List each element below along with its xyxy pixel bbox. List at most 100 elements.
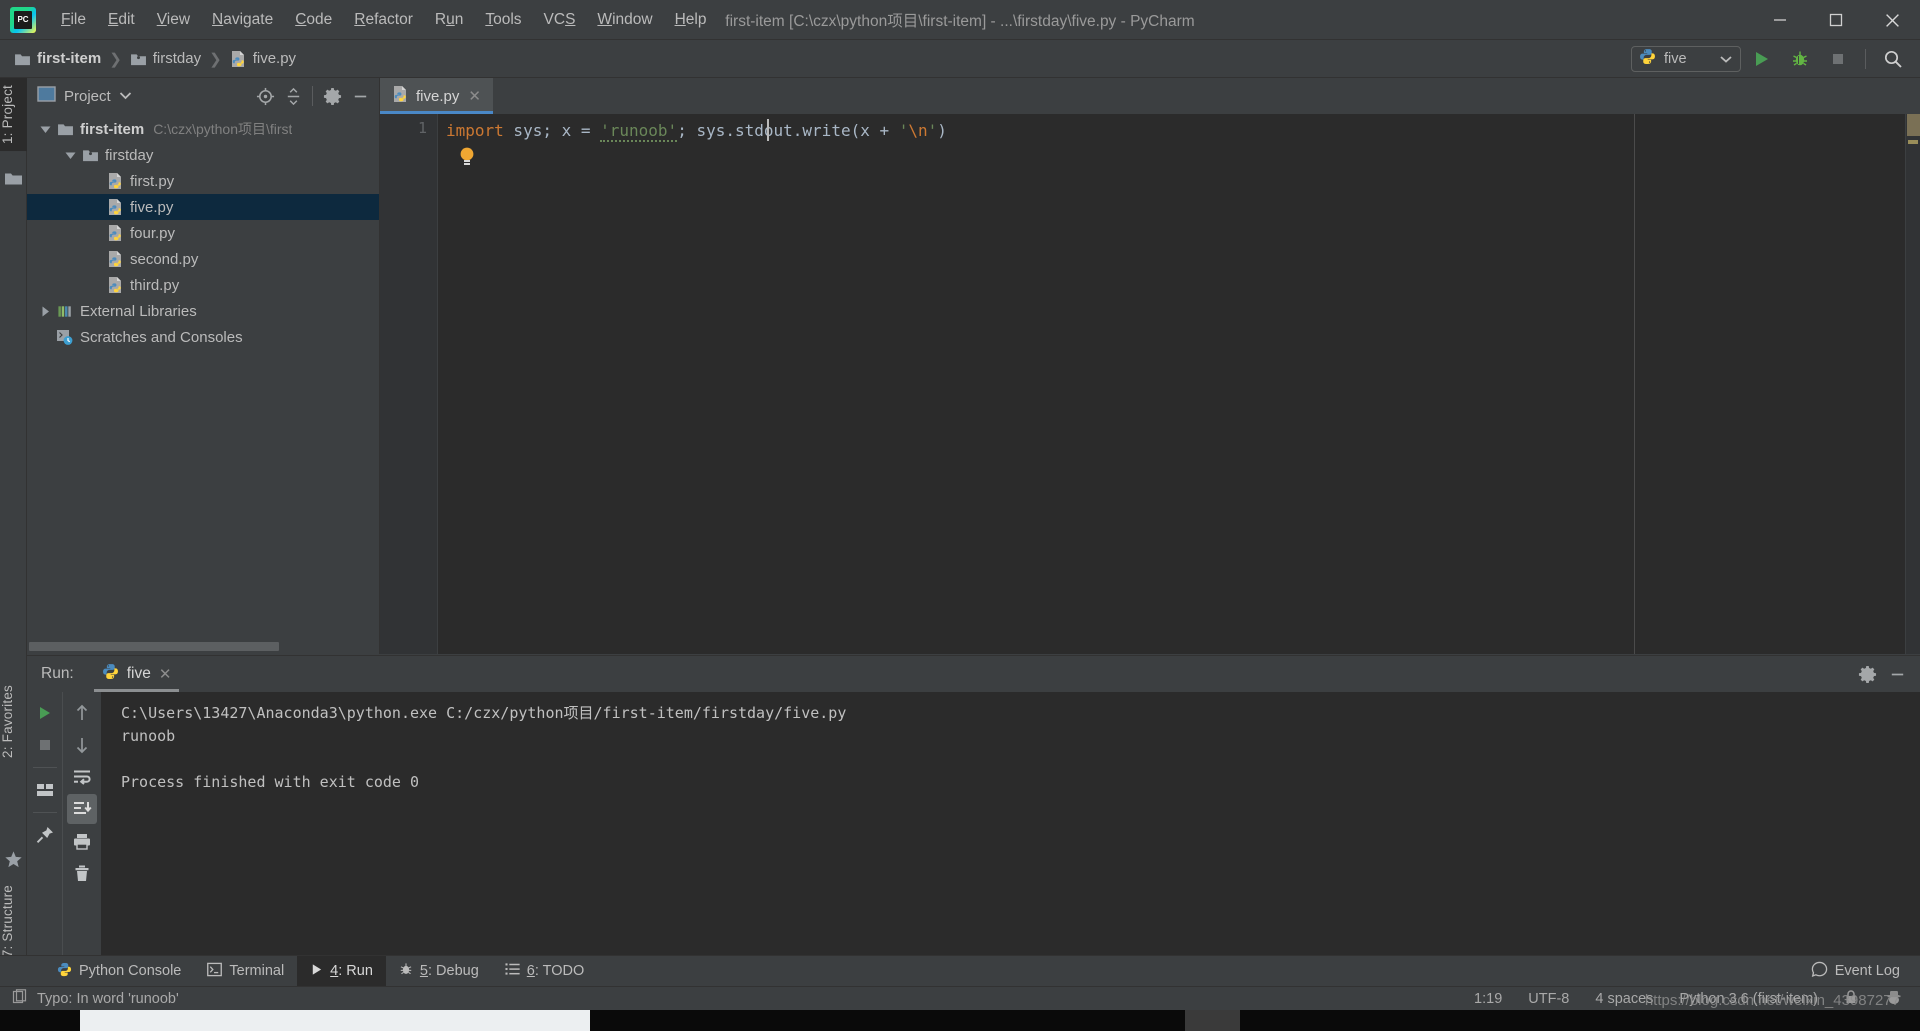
breadcrumb-item-five-py[interactable]: five.py: [230, 50, 296, 68]
bottom-tab-python-console[interactable]: Python Console: [44, 956, 194, 987]
minimize-button[interactable]: [1752, 0, 1808, 40]
arrow-down-icon[interactable]: [67, 730, 97, 760]
menu-item-view[interactable]: View: [146, 7, 201, 33]
tree-node-scratches-and-consoles[interactable]: Scratches and Consoles: [27, 324, 379, 350]
run-console-output[interactable]: C:\Users\13427\Anaconda3\python.exe C:/c…: [101, 692, 1920, 971]
editor-gutter: 1: [380, 114, 438, 654]
bottom-tab-run[interactable]: 4: Run: [297, 955, 386, 987]
caret-position[interactable]: 1:19: [1474, 991, 1502, 1007]
sidebar-tab-favorites-label: 2: Favorites: [0, 685, 15, 758]
menu-item-refactor[interactable]: Refactor: [343, 7, 424, 33]
project-tree-hscrollbar[interactable]: [27, 640, 379, 654]
menu-item-edit[interactable]: Edit: [97, 7, 146, 33]
sidebar-tab-project[interactable]: 1: Project: [0, 78, 27, 152]
close-icon[interactable]: ✕: [159, 665, 172, 683]
tree-node-second-py[interactable]: second.py: [27, 246, 379, 272]
close-icon[interactable]: ✕: [466, 87, 483, 105]
chevron-down-icon[interactable]: [35, 125, 55, 134]
pin-icon[interactable]: [30, 820, 60, 850]
print-icon[interactable]: [67, 826, 97, 856]
minimize-icon[interactable]: [1884, 661, 1910, 687]
menu-item-file[interactable]: File: [50, 7, 97, 33]
interpreter-indicator[interactable]: Python 3.6 (first-item): [1679, 991, 1818, 1007]
maximize-button[interactable]: [1808, 0, 1864, 40]
tree-node-four-py[interactable]: four.py: [27, 220, 379, 246]
scroll-to-end-icon[interactable]: [67, 794, 97, 824]
warning-marker[interactable]: [1908, 140, 1918, 144]
bottom-tab-terminal[interactable]: Terminal: [194, 956, 297, 987]
debug-button[interactable]: [1783, 44, 1817, 74]
tree-node-label: first.py: [130, 172, 175, 190]
stop-button[interactable]: [1821, 44, 1855, 74]
project-tree[interactable]: first-item C:\czx\python项目\first firstday f…: [27, 114, 379, 640]
editor-tab-five-py[interactable]: five.py ✕: [380, 78, 493, 114]
bottom-tab-todo[interactable]: 6: TODO: [492, 956, 598, 987]
close-button[interactable]: [1864, 0, 1920, 40]
tree-node-firstday[interactable]: firstday: [27, 142, 379, 168]
tree-node-path: C:\czx\python项目\first: [153, 121, 293, 137]
event-log-icon: [1811, 961, 1828, 982]
tree-node-external-libraries[interactable]: External Libraries: [27, 298, 379, 324]
chevron-down-icon[interactable]: [119, 87, 132, 105]
code-editor[interactable]: 1 import sys; x = 'runoob'; sys.stdout.w…: [380, 114, 1920, 654]
minimize-icon[interactable]: [347, 83, 373, 109]
menu-item-help[interactable]: Help: [664, 7, 718, 33]
tree-node-first-py[interactable]: first.py: [27, 168, 379, 194]
chevron-down-icon[interactable]: [60, 151, 80, 160]
python-file-icon: [105, 276, 125, 294]
sidebar-tab-favorites[interactable]: 2: Favorites: [0, 678, 27, 765]
lightbulb-icon[interactable]: [458, 146, 476, 168]
bottom-tab-debug[interactable]: 5: Debug: [386, 956, 492, 987]
menu-item-code[interactable]: Code: [284, 7, 343, 33]
indent-indicator[interactable]: 4 spaces: [1595, 991, 1653, 1007]
editor-area: five.py ✕ 1 import sys; x = 'runoob'; sy…: [380, 78, 1920, 654]
tree-node-label: five.py: [130, 198, 174, 216]
chevron-down-icon: [1720, 50, 1732, 68]
warning-marker-block[interactable]: [1907, 114, 1920, 136]
menu-item-navigate[interactable]: Navigate: [201, 7, 284, 33]
gear-icon[interactable]: [1854, 661, 1880, 687]
soft-wrap-icon[interactable]: [67, 762, 97, 792]
locate-icon[interactable]: [252, 83, 278, 109]
code-content[interactable]: import sys; x = 'runoob'; sys.stdout.wri…: [438, 114, 1920, 654]
tree-node-third-py[interactable]: third.py: [27, 272, 379, 298]
layout-icon[interactable]: [30, 775, 60, 805]
python-file-icon: [105, 198, 125, 216]
code-string: ': [898, 121, 909, 140]
breadcrumb-separator: ❯: [109, 50, 122, 68]
code-string-typo: 'runoob': [600, 121, 678, 142]
editor-marker-bar[interactable]: [1906, 114, 1920, 654]
tree-node-label: firstday: [105, 146, 154, 164]
event-log-button[interactable]: Event Log: [1811, 961, 1920, 982]
run-tab-five[interactable]: five ✕: [93, 656, 180, 692]
search-everywhere-button[interactable]: [1876, 44, 1910, 74]
python-icon: [102, 663, 119, 685]
menu-item-vcs[interactable]: VCS: [533, 7, 587, 33]
editor-tab-label: five.py: [416, 87, 460, 105]
run-button[interactable]: [1745, 44, 1779, 74]
lock-icon[interactable]: [1844, 989, 1858, 1009]
menu-item-window[interactable]: Window: [586, 7, 663, 33]
rerun-icon[interactable]: [30, 698, 60, 728]
trash-icon[interactable]: [67, 858, 97, 888]
event-log-label: Event Log: [1834, 963, 1900, 979]
breadcrumb-item-first-item[interactable]: first-item: [14, 50, 101, 67]
tree-node-five-py[interactable]: five.py: [27, 194, 379, 220]
tree-node-first-item[interactable]: first-item C:\czx\python项目\first: [27, 116, 379, 142]
chevron-right-icon[interactable]: [35, 306, 55, 317]
gear-icon[interactable]: [319, 83, 345, 109]
arrow-up-icon[interactable]: [67, 698, 97, 728]
run-configuration-selector[interactable]: five: [1631, 45, 1741, 72]
sidebar-tab-structure-label: 7: Structure: [0, 885, 15, 958]
breadcrumb-label: first-item: [37, 50, 102, 67]
breadcrumb-item-firstday[interactable]: firstday: [130, 50, 201, 67]
menu-item-tools[interactable]: Tools: [474, 7, 532, 33]
hector-icon[interactable]: [1884, 989, 1904, 1009]
collapse-all-icon[interactable]: [280, 83, 306, 109]
menu-item-run[interactable]: Run: [424, 7, 474, 33]
sidebar-tab-structure[interactable]: 7: Structure: [0, 878, 27, 964]
encoding-indicator[interactable]: UTF-8: [1528, 991, 1569, 1007]
stop-icon[interactable]: [30, 730, 60, 760]
run-panel-actions: [1854, 661, 1920, 687]
